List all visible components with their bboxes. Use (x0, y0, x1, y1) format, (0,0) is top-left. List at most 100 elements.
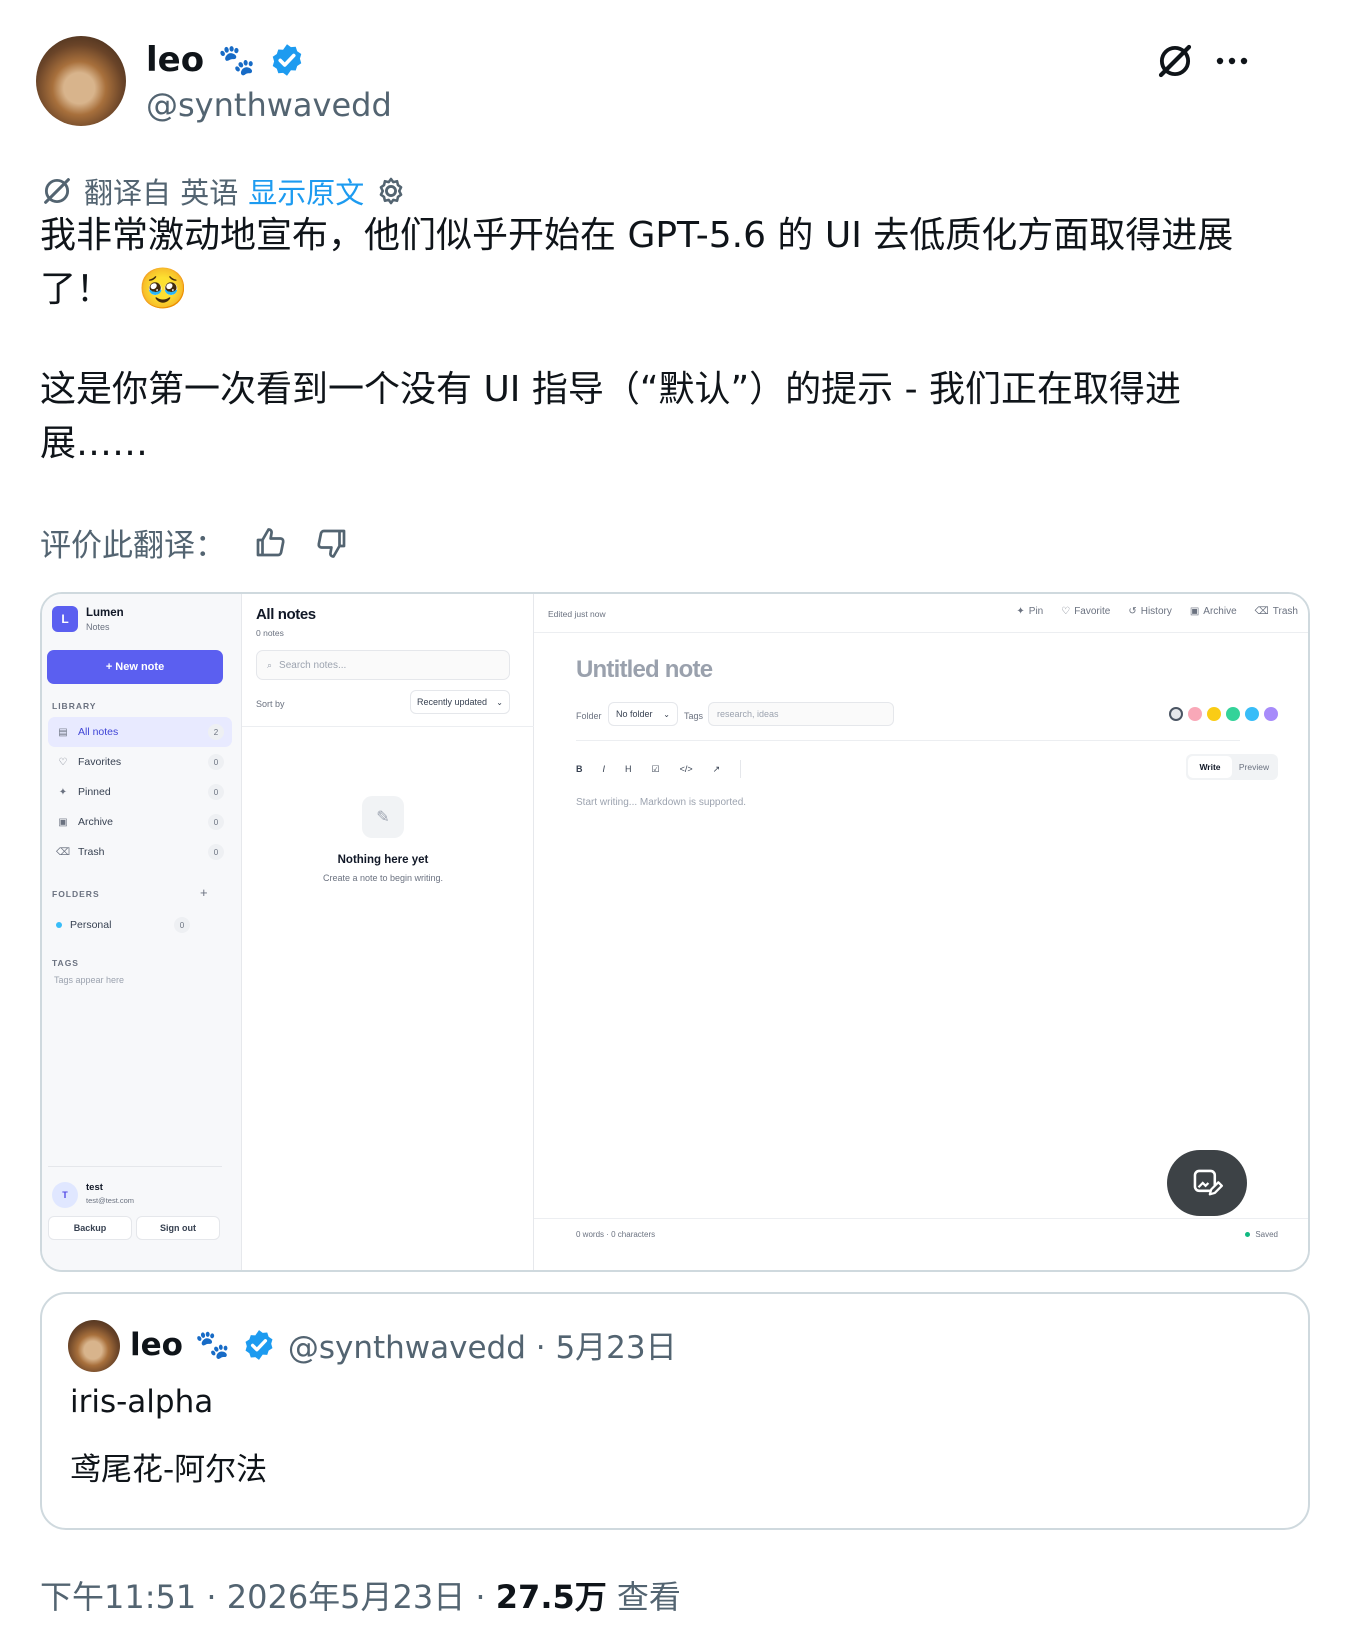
color-swatch[interactable] (1207, 707, 1221, 721)
search-placeholder: Search notes... (279, 659, 347, 671)
favorite-action[interactable]: ♡ Favorite (1061, 606, 1110, 617)
search-notes-input[interactable]: ⌕ Search notes... (256, 650, 510, 680)
action-label: Trash (1272, 606, 1298, 617)
sidebar-item-archive[interactable]: ▣ Archive 0 (48, 807, 232, 837)
views-label: 查看 (606, 1578, 681, 1616)
rate-translation-label: 评价此翻译： (40, 528, 226, 564)
action-label: Pin (1028, 606, 1044, 617)
tweet-text-line-3: 这是你第一次看到一个没有 UI 指导（“默认”）的提示 - 我们正在取得进 (40, 369, 1182, 410)
color-picker (1169, 707, 1278, 721)
translate-icon (44, 178, 70, 204)
toolbar-separator (740, 760, 742, 778)
view-count: 27.5万 (495, 1578, 607, 1616)
sidebar-item-all-notes[interactable]: ▤ All notes 2 (48, 717, 232, 747)
sort-select[interactable]: Recently updated ⌄ (410, 690, 510, 714)
saved-dot (1245, 1232, 1251, 1237)
app-name: Lumen (86, 607, 124, 619)
tweet-time[interactable]: 下午11:51 · 2026年5月23日 · (40, 1578, 496, 1616)
heading-button[interactable]: H (625, 764, 632, 774)
write-tab[interactable]: Write (1188, 756, 1232, 778)
author-emoji: 🐾 (218, 42, 256, 78)
sidebar-item-count: 0 (208, 814, 224, 830)
folder-label: Personal (70, 919, 112, 931)
color-swatch[interactable] (1226, 707, 1240, 721)
thumbs-down-icon[interactable] (314, 525, 350, 561)
note-list-panel: All notes 0 notes ⌕ Search notes... Sort… (242, 594, 534, 1270)
tags-input[interactable]: research, ideas (708, 702, 894, 726)
folder-personal[interactable]: Personal 0 (48, 910, 198, 940)
quoted-tweet[interactable]: leo 🐾 @synthwavedd · 5月23日 iris-alpha 鸢尾… (40, 1292, 1310, 1530)
color-swatch[interactable] (1188, 707, 1202, 721)
note-list-title: All notes (256, 606, 316, 623)
folder-select[interactable]: No folder ⌄ (608, 702, 678, 726)
history-icon: ↺ (1128, 606, 1137, 617)
app-sidebar: L Lumen Notes + New note LIBRARY ▤ All no… (42, 594, 242, 1270)
show-original-link[interactable]: 显示原文 (248, 170, 364, 212)
settings-gear-icon[interactable] (374, 174, 408, 208)
quoted-meta: @synthwavedd · 5月23日 (287, 1330, 677, 1366)
sidebar-item-label: Pinned (78, 786, 111, 798)
author-handle[interactable]: @synthwavedd (146, 86, 392, 124)
checklist-button[interactable]: ☑ (652, 764, 660, 775)
preview-tab[interactable]: Preview (1232, 756, 1276, 778)
add-folder-button[interactable]: + (200, 885, 208, 900)
empty-state-title: Nothing here yet (337, 854, 429, 866)
color-swatch[interactable] (1169, 707, 1183, 721)
trash-icon: ⌫ (1254, 606, 1269, 617)
attached-screenshot[interactable]: L Lumen Notes + New note LIBRARY ▤ All no… (40, 592, 1310, 1272)
author-name-row[interactable]: leo 🐾 (146, 40, 305, 80)
sidebar-item-favorites[interactable]: ♡ Favorites 0 (48, 747, 232, 777)
quoted-author-row: leo 🐾 @synthwavedd · 5月23日 (130, 1322, 677, 1367)
editor-body-placeholder[interactable]: Start writing... Markdown is supported. (576, 797, 746, 808)
sidebar-item-trash[interactable]: ⌫ Trash 0 (48, 837, 232, 867)
favorite-icon: ♡ (1061, 606, 1071, 617)
image-edit-fab[interactable] (1167, 1150, 1247, 1216)
sign-out-button[interactable]: Sign out (136, 1216, 220, 1240)
tags-label: TAGS (52, 958, 79, 968)
link-button[interactable]: ↗ (713, 764, 721, 775)
italic-button[interactable]: I (603, 764, 606, 774)
user-name: test (86, 1182, 103, 1193)
trash-action[interactable]: ⌫ Trash (1255, 606, 1298, 617)
folder-count: 0 (174, 917, 190, 933)
new-note-button[interactable]: + New note (47, 650, 223, 684)
chevron-down-icon: ⌄ (496, 697, 503, 707)
user-avatar: T (52, 1182, 78, 1208)
sidebar-item-pinned[interactable]: ✦ Pinned 0 (48, 777, 232, 807)
editor-panel: Edited just now ✦ Pin ♡ Favorite ↺ History ▣ Ar… (534, 594, 1308, 1270)
more-options-icon[interactable] (1212, 44, 1252, 78)
rate-translation: 评价此翻译： (40, 520, 350, 565)
sidebar-item-label: Favorites (78, 756, 122, 768)
action-label: History (1140, 606, 1172, 617)
color-swatch[interactable] (1245, 707, 1259, 721)
color-swatch[interactable] (1264, 707, 1278, 721)
tags-empty-text: Tags appear here (54, 975, 125, 985)
grok-icon[interactable] (1154, 40, 1196, 82)
author-name[interactable]: leo (146, 40, 204, 80)
folder-color-dot (56, 922, 62, 928)
header-divider (534, 632, 1308, 633)
folder-label: Folder (576, 711, 602, 721)
note-count: 0 notes (256, 628, 284, 638)
tweet-text-line-1: 我非常激动地宣布，他们似乎开始在 GPT-5.6 的 UI 去低质化方面取得进展 (40, 215, 1234, 256)
sidebar-item-count: 0 (208, 784, 224, 800)
bold-button[interactable]: B (576, 764, 583, 774)
backup-button[interactable]: Backup (48, 1216, 132, 1240)
tweet-text-line-4: 展…… (40, 423, 149, 464)
code-button[interactable]: </> (680, 764, 693, 774)
history-action[interactable]: ↺ History (1128, 606, 1172, 617)
search-icon: ⌕ (267, 659, 273, 670)
pin-action[interactable]: ✦ Pin (1016, 606, 1043, 617)
trash-icon: ⌫ (56, 846, 71, 858)
note-title-input[interactable]: Untitled note (576, 656, 713, 684)
app-subtitle: Notes (86, 622, 110, 632)
mode-tabs: Write Preview (1186, 754, 1278, 780)
archive-action[interactable]: ▣ Archive (1190, 606, 1237, 617)
holding-back-tears-emoji: 🥹 (138, 266, 188, 312)
sidebar-item-count: 0 (208, 844, 224, 860)
tags-placeholder: research, ideas (717, 709, 779, 719)
thumbs-up-icon[interactable] (252, 525, 288, 561)
quoted-author-avatar (68, 1320, 120, 1372)
author-avatar[interactable] (36, 36, 126, 126)
app-logo: L (52, 606, 78, 632)
